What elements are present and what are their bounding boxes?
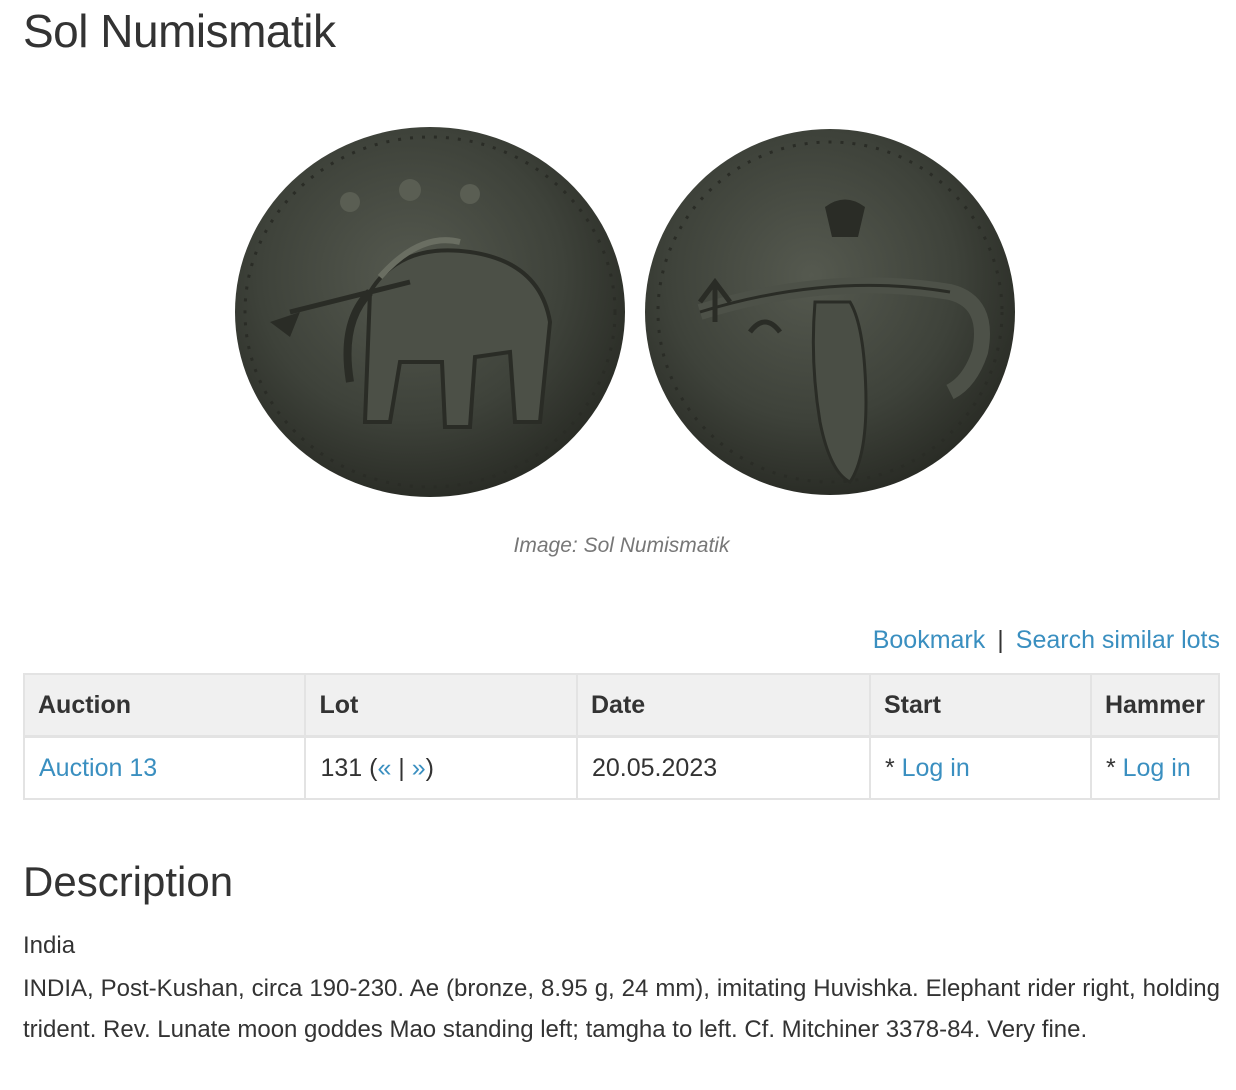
- header-lot: Lot: [304, 673, 578, 738]
- table-row: Auction 13 131 (« | ») 20.05.2023 * Log …: [22, 735, 1221, 800]
- page-title: Sol Numismatik: [23, 5, 336, 57]
- lot-close-paren: ): [425, 753, 434, 782]
- lot-actions: Bookmark | Search similar lots: [873, 626, 1220, 655]
- lot-number: 131: [320, 753, 363, 782]
- hammer-asterisk: *: [1105, 753, 1123, 782]
- description-text: INDIA, Post-Kushan, circa 190-230. Ae (b…: [23, 975, 1220, 1043]
- image-caption: Image: Sol Numismatik: [513, 534, 730, 557]
- cell-lot: 131 (« | »): [304, 735, 578, 800]
- header-start: Start: [868, 673, 1092, 738]
- coin-obverse: [235, 127, 625, 497]
- start-asterisk: *: [884, 753, 902, 782]
- cell-hammer: * Log in: [1089, 735, 1221, 800]
- table-header-row: Auction Lot Date Start Hammer: [22, 673, 1221, 738]
- hammer-login-link[interactable]: Log in: [1123, 754, 1191, 782]
- lot-open-paren: (: [362, 753, 378, 782]
- coin-reverse: [645, 129, 1015, 495]
- header-hammer: Hammer: [1089, 673, 1221, 738]
- header-date: Date: [576, 673, 871, 738]
- lot-table: Auction Lot Date Start Hammer Auction 13…: [22, 673, 1221, 800]
- next-lot-link[interactable]: »: [412, 754, 426, 782]
- search-similar-lots-link[interactable]: Search similar lots: [1016, 626, 1220, 654]
- header-auction: Auction: [22, 673, 307, 738]
- lot-nav-separator: |: [391, 753, 412, 782]
- start-login-link[interactable]: Log in: [902, 754, 970, 782]
- description-country: India: [23, 932, 76, 959]
- bookmark-link[interactable]: Bookmark: [873, 626, 986, 654]
- cell-date: 20.05.2023: [576, 735, 871, 800]
- action-separator: |: [997, 626, 1004, 654]
- auction-link[interactable]: Auction 13: [39, 754, 157, 782]
- cell-start: * Log in: [868, 735, 1092, 800]
- description-heading: Description: [23, 858, 234, 905]
- previous-lot-link[interactable]: «: [377, 754, 391, 782]
- coin-image[interactable]: [230, 122, 1020, 502]
- cell-auction: Auction 13: [22, 735, 307, 800]
